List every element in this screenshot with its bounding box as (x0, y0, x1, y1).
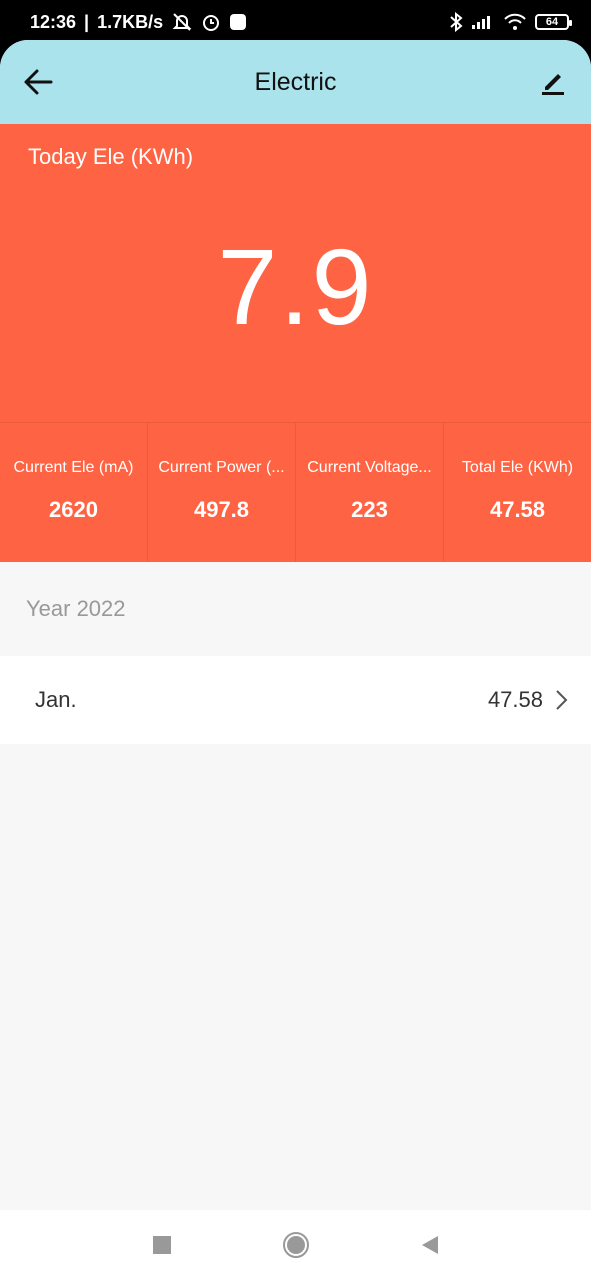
year-heading: Year 2022 (26, 596, 126, 621)
back-button[interactable] (22, 66, 54, 98)
wifi-icon (503, 13, 527, 31)
metric-value: 47.58 (489, 497, 546, 522)
alarm-icon (201, 12, 221, 32)
metric-value: 2620 (49, 497, 98, 522)
triangle-back-icon (421, 1236, 438, 1254)
network-speed: 1.7KB/s (97, 11, 164, 32)
edit-pencil-icon (542, 74, 564, 95)
today-panel: Today Ele (KWh) 7.9 Current Ele (mA) 262… (0, 124, 591, 562)
home-button[interactable] (282, 1231, 310, 1259)
edit-button[interactable] (537, 66, 569, 98)
status-bar: 12:36 | 1.7KB/s 64 (0, 0, 591, 44)
today-value: 7.9 (217, 226, 374, 347)
system-nav-bar (0, 1210, 591, 1280)
metrics-row: Current Ele (mA) 2620 Current Power (...… (0, 422, 591, 562)
app-notification-icon (229, 13, 247, 31)
status-divider: | (84, 11, 90, 32)
month-name: Jan. (35, 687, 77, 712)
metric-current-voltage: Current Voltage... 223 (296, 423, 444, 562)
month-value: 47.58 (487, 687, 543, 712)
page-title: Electric (254, 67, 337, 96)
app-window: Electric Today Ele (KWh) 7.9 Current Ele… (0, 40, 591, 1210)
metric-label: Total Ele (KWh) (461, 459, 574, 476)
today-label: Today Ele (KWh) (28, 144, 194, 169)
status-right: 64 (449, 12, 572, 32)
status-left: 12:36 | 1.7KB/s (30, 12, 247, 33)
metric-label: Current Voltage... (307, 459, 432, 476)
circle-icon (282, 1232, 309, 1258)
metric-current-power: Current Power (... 497.8 (148, 423, 296, 562)
metric-value: 497.8 (193, 497, 250, 522)
metric-label: Current Power (... (158, 459, 285, 476)
recents-button[interactable] (148, 1231, 176, 1259)
metric-current-ele: Current Ele (mA) 2620 (0, 423, 148, 562)
back-nav-button[interactable] (416, 1231, 444, 1259)
square-icon (152, 1236, 171, 1254)
back-arrow-icon (24, 69, 53, 95)
mute-icon (171, 12, 193, 32)
metric-label: Current Ele (mA) (13, 459, 134, 476)
metric-value: 223 (351, 497, 388, 522)
month-right: 47.58 (488, 687, 569, 713)
signal-icon (471, 14, 495, 30)
month-row-jan[interactable]: Jan. 47.58 (0, 656, 591, 744)
battery-icon: 64 (535, 14, 572, 30)
app-header: Electric (0, 40, 591, 124)
metric-total-ele: Total Ele (KWh) 47.58 (444, 423, 591, 562)
chevron-right-icon (556, 690, 568, 710)
status-time: 12:36 (30, 11, 77, 32)
bluetooth-icon (449, 12, 463, 32)
